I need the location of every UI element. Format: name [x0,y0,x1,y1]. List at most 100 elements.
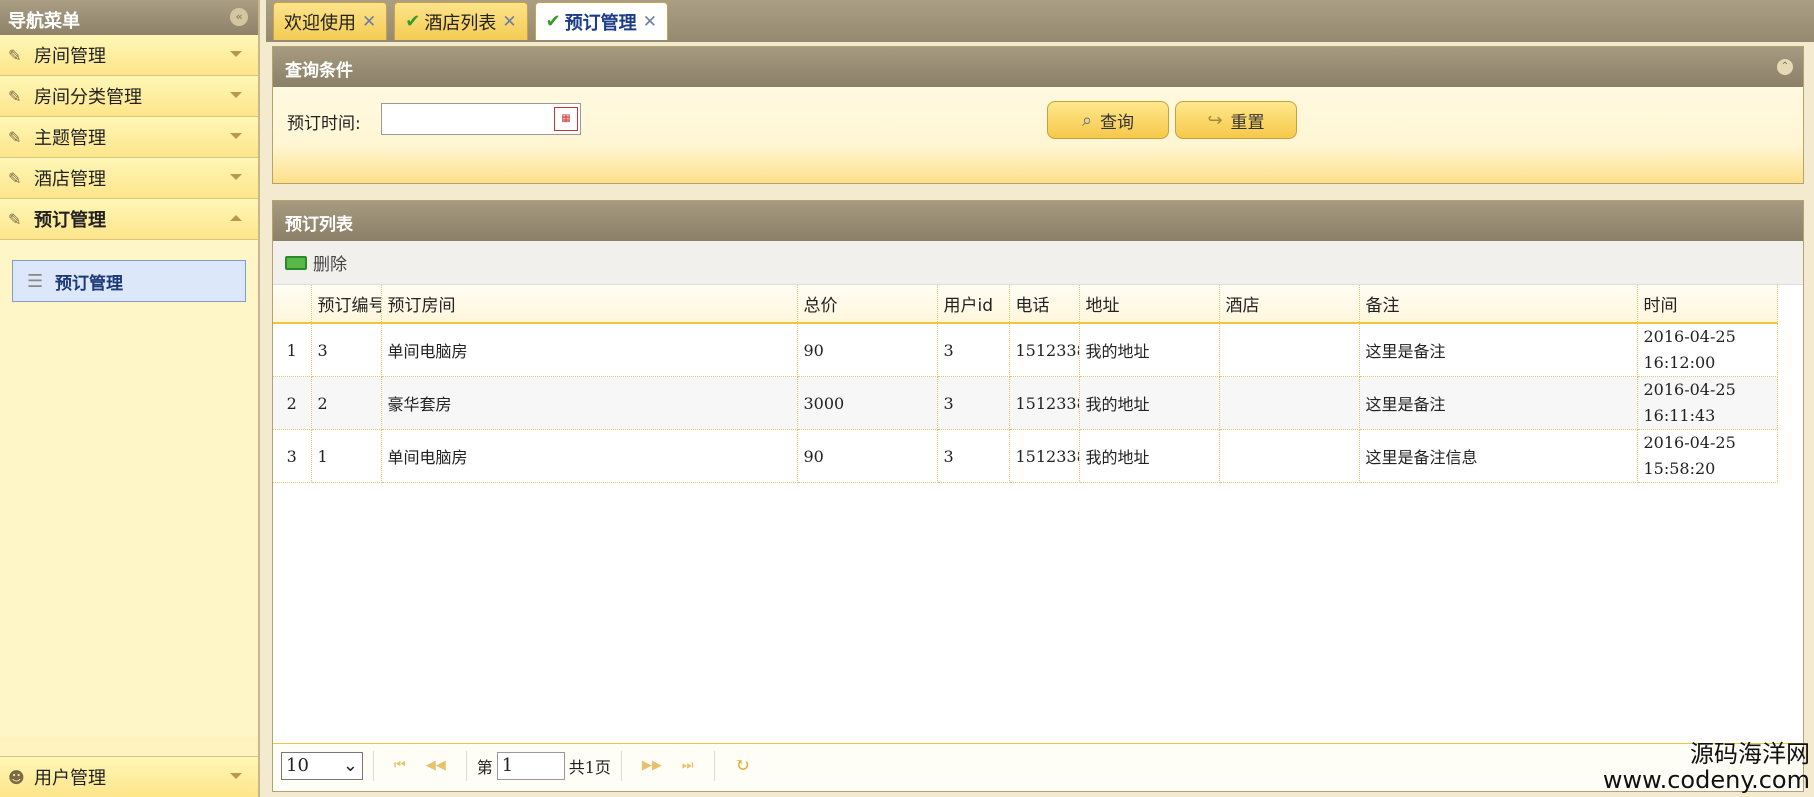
sub-item-booking-management[interactable]: ☰ 预订管理 [12,260,246,302]
chevron-down-icon [230,133,242,139]
tab-booking-management[interactable]: ✔ 预订管理 ✕ [534,2,668,40]
sidebar-header: 导航菜单 « [0,0,258,35]
row-number: 1 [273,323,312,377]
list-toolbar: 删除 [273,241,1803,285]
cell-phone: 1512338 [1009,323,1080,377]
cell-note: 这里是备注信息 [1359,429,1638,483]
booking-time-input[interactable]: ▦ [381,103,581,135]
wand-icon: ✎ [8,127,22,147]
cell-phone: 1512338 [1009,429,1080,483]
reset-button-label: 重置 [1230,112,1265,133]
page-number-input[interactable]: 1 [496,751,565,780]
search-button[interactable]: ⌕ 查询 [1047,101,1169,139]
nav-item-room-category-management[interactable]: ✎ 房间分类管理 [0,76,258,117]
column-header[interactable]: 总价 [797,285,938,324]
tab-bar: 欢迎使用 ✕ ✔ 酒店列表 ✕ ✔ 预订管理 ✕ [266,0,1814,42]
cell-user-id: 3 [937,376,1010,430]
reset-button[interactable]: ↪ 重置 [1175,101,1297,139]
row-number: 3 [273,429,312,483]
cell-hotel [1219,376,1360,430]
collapse-sidebar-icon[interactable]: « [230,8,248,26]
search-button-label: 查询 [1100,112,1135,133]
column-header[interactable]: 预订房间 [381,285,798,324]
chevron-down-icon [230,92,242,98]
cell-booking-id: 3 [311,323,382,377]
last-page-icon[interactable]: ⏭ [682,758,694,773]
cell-user-id: 3 [937,323,1010,377]
nav-item-user-management[interactable]: ☻ 用户管理 [0,756,258,797]
cell-hotel [1219,429,1360,483]
nav-item-theme-management[interactable]: ✎ 主题管理 [0,117,258,158]
chevron-down-icon [230,51,242,57]
table-row[interactable]: 1 3 单间电脑房 90 3 1512338 我的地址 这里是备注 2016-0… [273,323,1778,377]
column-header-rownum [273,285,312,324]
nav-item-label: 房间分类管理 [34,87,142,108]
tab-label: 酒店列表 [424,12,497,34]
check-icon: ✔ [405,11,421,32]
redo-icon: ↪ [1207,109,1223,131]
nav-item-label: 房间管理 [34,46,106,67]
column-header[interactable]: 备注 [1359,285,1638,324]
column-header[interactable]: 时间 [1637,285,1778,324]
query-panel: 查询条件 ⌃ 预订时间: ▦ ⌕ 查询 ↪ 重置 [272,46,1804,184]
nav-item-hotel-management[interactable]: ✎ 酒店管理 [0,158,258,199]
cell-note: 这里是备注 [1359,323,1638,377]
first-page-icon[interactable]: ⏮ [394,758,406,773]
column-header[interactable]: 预订编号 [311,285,382,324]
nav-item-room-management[interactable]: ✎ 房间管理 [0,35,258,76]
column-header[interactable]: 电话 [1009,285,1080,324]
close-icon[interactable]: ✕ [362,12,376,32]
table-header-row: 预订编号 预订房间 总价 用户id 电话 地址 酒店 备注 时间 [273,285,1778,324]
wand-icon: ✎ [8,209,22,229]
chevron-down-icon [230,773,242,779]
cell-time: 2016-04-25 16:11:43 [1637,376,1778,430]
booking-list-panel: 预订列表 删除 预订编号 预订房间 总价 用户id 电话 地址 酒店 备注 时间… [272,200,1804,792]
pager-divider [620,750,622,781]
list-panel-title: 预订列表 [273,201,1803,241]
collapse-panel-icon[interactable]: ⌃ [1777,59,1793,75]
table-row[interactable]: 3 1 单间电脑房 90 3 1512338 我的地址 这里是备注信息 2016… [273,429,1778,483]
wand-icon: ✎ [8,168,22,188]
table-row[interactable]: 2 2 豪华套房 3000 3 1512338 我的地址 这里是备注 2016-… [273,376,1778,430]
nav-item-label: 酒店管理 [34,169,106,190]
close-icon[interactable]: ✕ [502,12,516,32]
tab-welcome[interactable]: 欢迎使用 ✕ [273,2,388,40]
calendar-icon[interactable]: ▦ [554,107,578,131]
column-header[interactable]: 地址 [1079,285,1220,324]
delete-icon[interactable] [285,255,307,270]
sub-item-label: 预订管理 [55,273,123,294]
nav-item-label: 用户管理 [34,768,106,789]
cell-time: 2016-04-25 16:12:00 [1637,323,1778,377]
refresh-icon[interactable]: ↻ [735,755,750,776]
cell-hotel [1219,323,1360,377]
column-header[interactable]: 酒店 [1219,285,1360,324]
page-size-select[interactable]: 10 ⌄ [281,751,363,780]
close-icon[interactable]: ✕ [643,12,657,32]
cell-time: 2016-04-25 15:58:20 [1637,429,1778,483]
tab-label: 欢迎使用 [284,12,356,34]
nav-item-label: 预订管理 [34,210,106,231]
cell-room: 豪华套房 [381,376,798,430]
data-grid: 预订编号 预订房间 总价 用户id 电话 地址 酒店 备注 时间 1 3 单间电… [273,285,1803,743]
tab-label: 预订管理 [564,12,637,34]
watermark: 源码海洋网 www.codeny.com [1603,741,1810,793]
users-icon: ☻ [8,767,25,787]
tab-hotel-list[interactable]: ✔ 酒店列表 ✕ [394,2,528,40]
page-total-label: 共1页 [568,757,611,777]
check-icon: ✔ [545,11,561,32]
pagination-bar: 10 ⌄ ⏮ ◀◀ 第 1 共1页 ▶▶ ⏭ ↻ [273,743,1803,787]
query-form: 预订时间: ▦ ⌕ 查询 ↪ 重置 [273,87,1803,183]
previous-page-icon[interactable]: ◀◀ [426,758,446,773]
nav-item-label: 主题管理 [34,128,106,149]
next-page-icon[interactable]: ▶▶ [642,758,662,773]
delete-button[interactable]: 删除 [313,250,347,275]
database-icon: ☰ [27,270,44,292]
navigation-sidebar: 导航菜单 « ✎ 房间管理 ✎ 房间分类管理 ✎ 主题管理 ✎ 酒店管理 ✎ 预… [0,0,260,797]
column-header[interactable]: 用户id [937,285,1010,324]
cell-booking-id: 1 [311,429,382,483]
nav-submenu-panel: ☰ 预订管理 [0,240,258,737]
pager-divider [465,750,467,781]
nav-item-booking-management[interactable]: ✎ 预订管理 [0,199,258,240]
cell-price: 90 [797,323,938,377]
cell-address: 我的地址 [1079,429,1220,483]
